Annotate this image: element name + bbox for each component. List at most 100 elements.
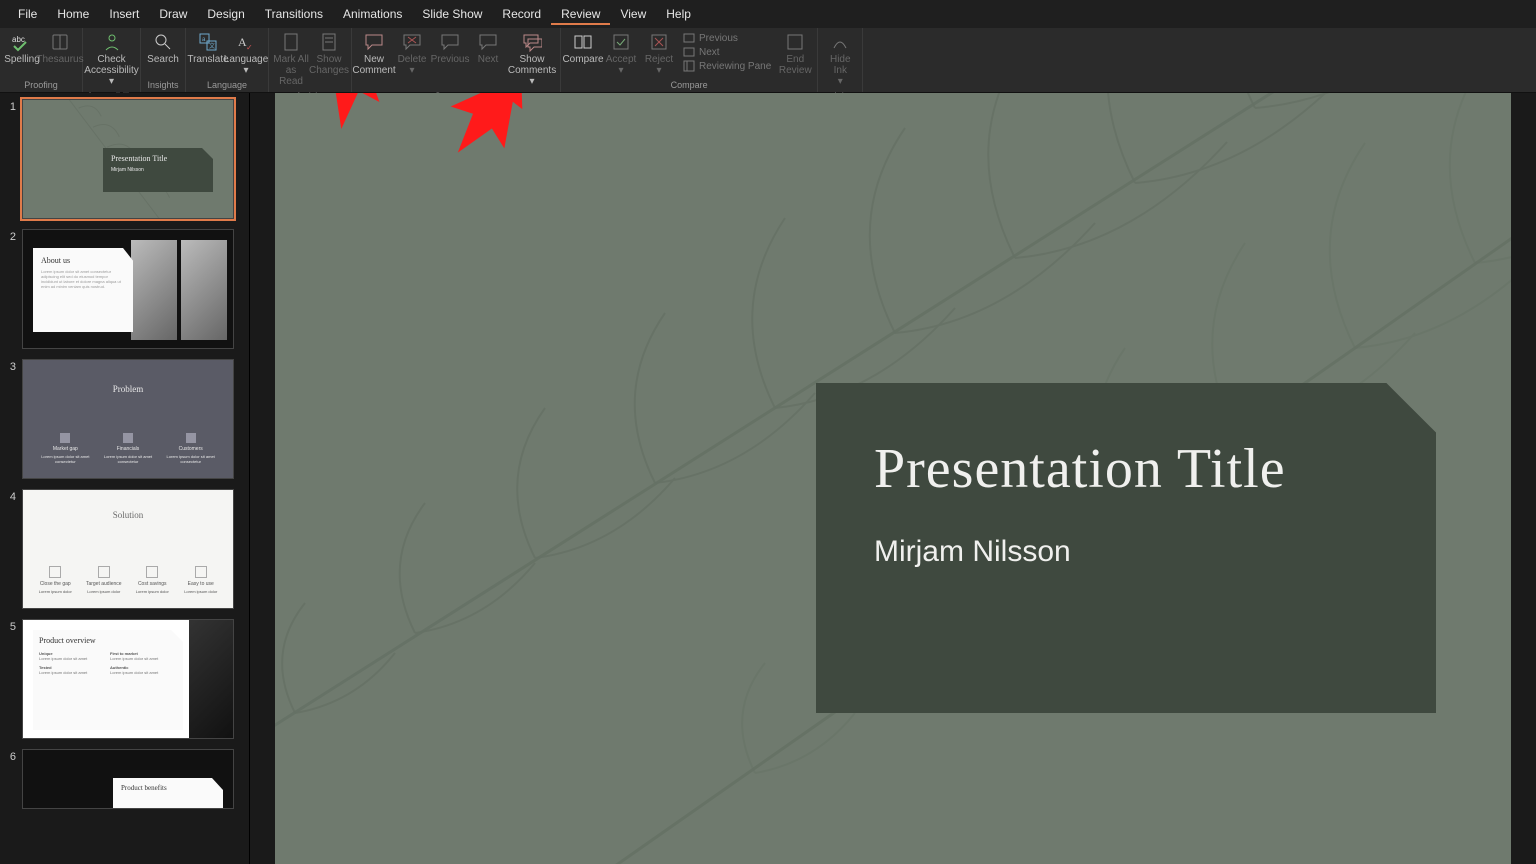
end-review-button[interactable]: End Review (777, 30, 813, 78)
mark-all-as-read-button[interactable]: Mark All as Read (273, 30, 309, 89)
slide-thumbnail-5[interactable]: Product overview UniqueLorem ipsum dolor… (22, 619, 234, 739)
show-changes-button[interactable]: Show Changes (311, 30, 347, 78)
menu-bar: File Home Insert Draw Design Transitions… (0, 0, 1536, 28)
thesaurus-button[interactable]: Thesaurus (42, 30, 78, 67)
menu-help[interactable]: Help (656, 3, 701, 25)
comment-next-icon (478, 32, 498, 52)
group-accessibility: Check Accessibility ▾ Accessibility (83, 28, 141, 92)
menu-review[interactable]: Review (551, 3, 610, 25)
slide-thumbnail-1[interactable]: Presentation Title Mirjam Nilsson (22, 99, 234, 219)
compare-icon (573, 32, 593, 52)
group-compare: Compare Accept▾ Reject▾ Previous (561, 28, 818, 92)
compare-next[interactable]: Next (683, 46, 771, 58)
group-activity: Mark All as Read Show Changes Activity (269, 28, 352, 92)
thumb-row-6: 6 Product benefits (4, 749, 245, 809)
thumb-number: 5 (4, 619, 16, 633)
end-review-icon (785, 32, 805, 52)
slide-canvas-area[interactable]: Presentation Title Mirjam Nilsson (250, 93, 1536, 864)
doc-icon (281, 32, 301, 52)
search-button[interactable]: Search (145, 30, 181, 67)
menu-transitions[interactable]: Transitions (255, 3, 333, 25)
presentation-author[interactable]: Mirjam Nilsson (874, 535, 1378, 569)
thumb-row-4: 4 Solution Close the gapLorem ipsum dolo… (4, 489, 245, 609)
compare-nav-stack: Previous Next Reviewing Pane (679, 30, 775, 74)
thumb-row-1: 1 Presentation Title Mirjam Nilsson (4, 99, 245, 219)
menu-design[interactable]: Design (197, 3, 254, 25)
search-icon (153, 32, 173, 52)
group-insights: Search Insights (141, 28, 186, 92)
doc-edit-icon (319, 32, 339, 52)
menu-draw[interactable]: Draw (149, 3, 197, 25)
new-comment-button[interactable]: New Comment (356, 30, 392, 78)
person-check-icon (102, 32, 122, 52)
thumb-number: 1 (4, 99, 16, 113)
comment-new-icon (364, 32, 384, 52)
group-comments: New Comment Delete▾ Previous Next (352, 28, 561, 92)
language-button[interactable]: A✓ Language▾ (228, 30, 264, 78)
previous-comment-button[interactable]: Previous (432, 30, 468, 67)
menu-insert[interactable]: Insert (99, 3, 149, 25)
menu-slide-show[interactable]: Slide Show (412, 3, 492, 25)
compare-previous[interactable]: Previous (683, 32, 771, 44)
ribbon: abc Spelling Thesaurus Proofing Check Ac… (0, 28, 1536, 93)
group-label-insights: Insights (148, 78, 179, 92)
presentation-title[interactable]: Presentation Title (874, 437, 1378, 501)
group-label-compare: Compare (671, 78, 708, 92)
hide-ink-button[interactable]: Hide Ink▾ (822, 30, 858, 89)
next-comment-button[interactable]: Next (470, 30, 506, 67)
svg-text:a: a (202, 37, 206, 43)
globe-icon: A✓ (236, 32, 256, 52)
title-card[interactable]: Presentation Title Mirjam Nilsson (816, 383, 1436, 713)
comment-prev-icon (440, 32, 460, 52)
menu-view[interactable]: View (610, 3, 656, 25)
svg-text:✓: ✓ (246, 43, 253, 52)
slide-main[interactable]: Presentation Title Mirjam Nilsson (275, 93, 1511, 864)
menu-file[interactable]: File (8, 3, 47, 25)
book-icon (50, 32, 70, 52)
accept-icon (611, 32, 631, 52)
check-accessibility-button[interactable]: Check Accessibility ▾ (88, 30, 136, 89)
svg-text:文: 文 (209, 42, 215, 50)
delete-comment-button[interactable]: Delete▾ (394, 30, 430, 78)
spelling-button[interactable]: abc Spelling (4, 30, 40, 67)
menu-home[interactable]: Home (47, 3, 99, 25)
slide-thumbnail-6[interactable]: Product benefits (22, 749, 234, 809)
group-ink: Hide Ink▾ Ink (818, 28, 863, 92)
group-language: a文 Translate A✓ Language▾ Language (186, 28, 269, 92)
pane-icon (683, 60, 695, 72)
group-label-proofing: Proofing (24, 78, 58, 92)
thumb-row-3: 3 Problem Market gapLorem ipsum dolor si… (4, 359, 245, 479)
slide-thumbnail-2[interactable]: About us Lorem ipsum dolor sit amet cons… (22, 229, 234, 349)
slide-thumbnail-4[interactable]: Solution Close the gapLorem ipsum dolor … (22, 489, 234, 609)
translate-icon: a文 (198, 32, 218, 52)
reject-button[interactable]: Reject▾ (641, 30, 677, 78)
comment-delete-icon (402, 32, 422, 52)
thumb-number: 4 (4, 489, 16, 503)
menu-animations[interactable]: Animations (333, 3, 412, 25)
menu-record[interactable]: Record (492, 3, 551, 25)
group-proofing: abc Spelling Thesaurus Proofing (0, 28, 83, 92)
svg-text:abc: abc (12, 35, 25, 44)
prev-icon (683, 32, 695, 44)
thumb-number: 2 (4, 229, 16, 243)
abc-check-icon: abc (12, 32, 32, 52)
reviewing-pane[interactable]: Reviewing Pane (683, 60, 771, 72)
reject-icon (649, 32, 669, 52)
accept-button[interactable]: Accept▾ (603, 30, 639, 78)
thumb-number: 3 (4, 359, 16, 373)
thumb-row-2: 2 About us Lorem ipsum dolor sit amet co… (4, 229, 245, 349)
group-label-language: Language (207, 78, 247, 92)
thumb-number: 6 (4, 749, 16, 763)
show-comments-button[interactable]: Show Comments▾ (508, 30, 556, 89)
ink-icon (830, 32, 850, 52)
translate-button[interactable]: a文 Translate (190, 30, 226, 67)
next-icon (683, 46, 695, 58)
thumb1-subtitle: Mirjam Nilsson (111, 167, 205, 173)
body-area: 1 Presentation Title Mirjam Nilsson 2 (0, 93, 1536, 864)
slide-thumbnail-3[interactable]: Problem Market gapLorem ipsum dolor sit … (22, 359, 234, 479)
compare-button[interactable]: Compare (565, 30, 601, 67)
comments-icon (522, 32, 542, 52)
thumb1-title: Presentation Title (111, 154, 205, 163)
thumb-row-5: 5 Product overview UniqueLorem ipsum dol… (4, 619, 245, 739)
slide-thumbnails-panel[interactable]: 1 Presentation Title Mirjam Nilsson 2 (0, 93, 250, 864)
